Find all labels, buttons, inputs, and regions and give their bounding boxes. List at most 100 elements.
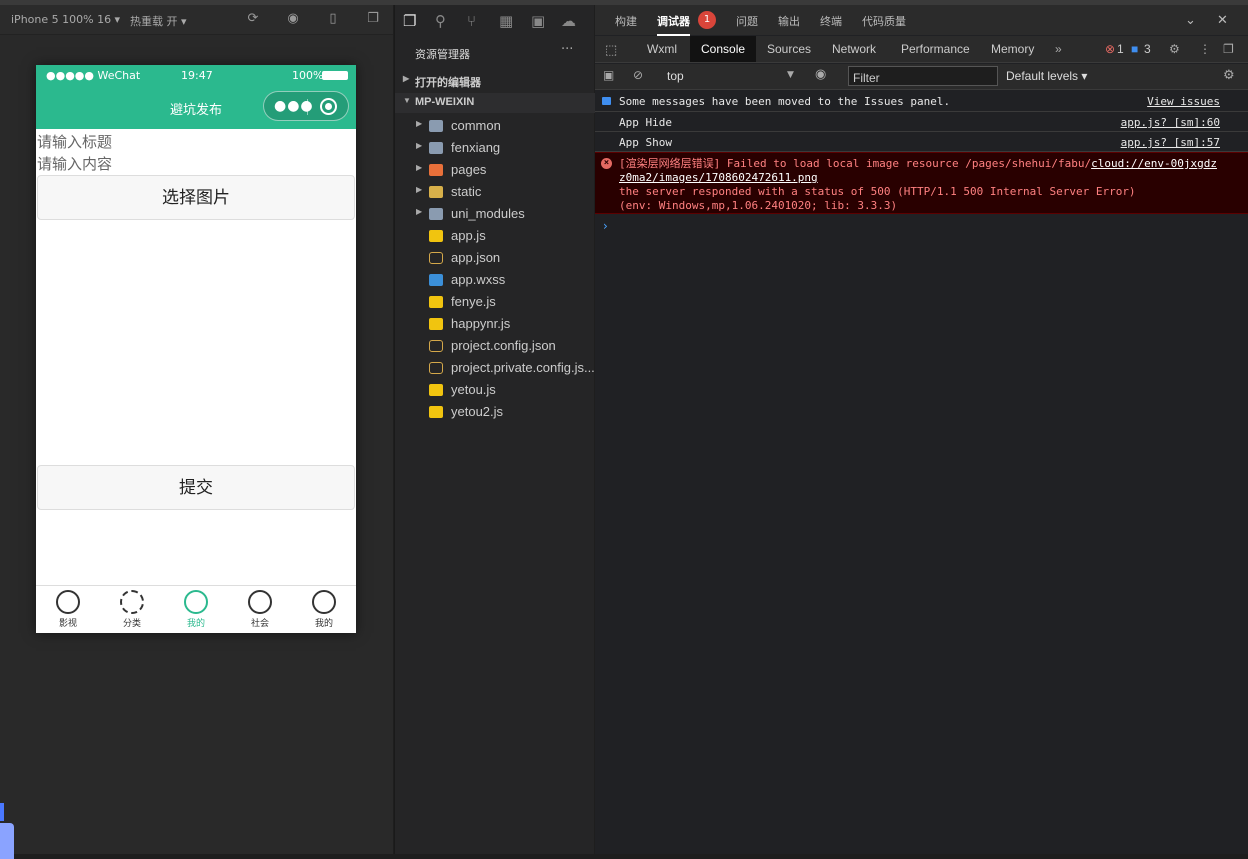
file-item[interactable]: project.private.config.js... [395,357,595,379]
close-capsule-icon[interactable] [320,98,337,115]
file-item[interactable]: project.config.json [395,335,595,357]
tab-problems[interactable]: 问题 [736,13,758,29]
file-item[interactable]: yetou.js [395,379,595,401]
phone-icon[interactable]: ▯ [326,12,340,26]
source-link[interactable]: app.js? [sm]:57 [1121,136,1220,149]
json-file-icon [429,362,443,374]
file-name: project.config.json [451,338,556,353]
chevron-right-icon: ▶ [416,119,423,128]
wxss-file-icon [429,274,443,286]
error-count-icon[interactable]: ⊗ [1105,42,1115,56]
message-text: App Hide [619,116,672,129]
more-tabs-icon[interactable]: » [1055,42,1062,56]
tab-network[interactable]: Network [832,42,876,56]
tab-code-quality[interactable]: 代码质量 [862,13,906,29]
info-count-icon[interactable]: ■ [1131,42,1138,56]
console-settings-icon[interactable]: ⚙ [1223,68,1235,83]
file-name: fenxiang [451,140,501,155]
error-url-link[interactable]: cloud://env-00jxgdz [1091,157,1217,170]
refresh-icon[interactable]: ⟳ [246,12,260,26]
tab-category[interactable]: 分类 [112,590,152,629]
capsule-divider [307,99,308,115]
tab-wxml[interactable]: Wxml [647,42,677,56]
tab-mine-active[interactable]: 我的 [176,590,216,629]
menu-capsule[interactable]: ●●● [263,91,349,121]
submit-button[interactable]: 提交 [37,465,355,510]
file-item[interactable]: ▶ fenxiang [395,137,595,159]
file-item[interactable]: yetou2.js [395,401,595,423]
file-item[interactable]: fenye.js [395,291,595,313]
clear-console-icon[interactable]: ⊘ [633,68,643,82]
search-icon[interactable]: ⚲ [435,12,446,30]
dock-icon[interactable]: ❐ [1223,42,1234,56]
error-icon: × [601,158,612,169]
filter-input[interactable] [849,69,997,87]
cloud-icon[interactable]: ☁ [561,12,576,30]
status-bar: ●●●●● WeChat 19:47 100% [36,65,356,85]
chevron-right-icon: ▶ [416,207,423,216]
tab-movies[interactable]: 影视 [48,590,88,629]
tab-output[interactable]: 输出 [778,13,800,29]
device-selector[interactable]: iPhone 5 100% 16 ▾ [11,13,120,26]
tab-society[interactable]: 社会 [240,590,280,629]
file-item[interactable]: happynr.js [395,313,595,335]
inspect-icon[interactable]: ⬚ [605,42,617,58]
file-item[interactable]: ▶ common [395,115,595,137]
view-issues-link[interactable]: View issues [1147,95,1220,108]
tab-console[interactable]: Console [690,36,757,62]
tab-label: 我的 [314,619,333,629]
tab-memory[interactable]: Memory [991,42,1034,56]
firework-icon [120,590,144,614]
file-item[interactable]: ▶ pages [395,159,595,181]
json-file-icon [429,340,443,352]
tab-debugger[interactable]: 调试器 [657,13,690,36]
gear-icon[interactable]: ⚙ [1169,42,1180,56]
kebab-icon[interactable]: ⋮ [1199,42,1211,56]
open-editors-section[interactable]: ▶ 打开的编辑器 [395,71,595,91]
filter-field[interactable] [848,66,998,87]
time-label: 19:47 [181,69,213,82]
error-url-link[interactable]: z0ma2/images/1708602472611.png [619,171,818,184]
close-icon[interactable]: ✕ [1217,13,1228,28]
files-icon[interactable]: ❐ [403,12,416,30]
content-input[interactable]: 请输入内容 [37,153,112,174]
file-item[interactable]: app.js [395,225,595,247]
tab-performance[interactable]: Performance [901,42,970,56]
eye-icon[interactable]: ◉ [815,67,826,82]
more-actions-icon[interactable]: ··· [561,42,573,57]
file-item[interactable]: app.json [395,247,595,269]
tab-mine[interactable]: 我的 [304,590,344,629]
tab-terminal[interactable]: 终端 [820,13,842,29]
file-item[interactable]: ▶ static [395,181,595,203]
debug-icon[interactable]: ▣ [531,12,545,30]
error-count[interactable]: 1 [1117,42,1124,56]
file-name: yetou.js [451,382,496,397]
window-icon[interactable]: ❐ [366,12,380,26]
chevron-down-icon[interactable]: ⌄ [1185,13,1196,28]
console-prompt[interactable]: › [603,219,608,233]
file-name: app.json [451,250,501,265]
source-link[interactable]: app.js? [sm]:60 [1121,116,1220,129]
title-input[interactable]: 请输入标题 [37,131,112,152]
info-count[interactable]: 3 [1144,42,1151,56]
extensions-icon[interactable]: ▦ [499,12,513,30]
file-item[interactable]: app.wxss [395,269,595,291]
tab-sources[interactable]: Sources [767,42,811,56]
context-dropdown-icon[interactable]: ▼ [787,70,794,80]
error-detail: the server responded with a status of 50… [619,185,1136,198]
tab-build[interactable]: 构建 [615,13,637,29]
js-file-icon [429,384,443,396]
phone-screen: ●●●●● WeChat 19:47 100% 避坑发布 ●●● 请输入标题 请… [36,65,356,633]
folder-icon [429,208,443,220]
js-file-icon [429,406,443,418]
hotreload-toggle[interactable]: 热重载 开 ▾ [130,13,187,29]
log-levels-dropdown[interactable]: Default levels ▾ [1006,69,1087,83]
context-selector[interactable]: top [667,69,684,83]
stop-icon[interactable]: ◉ [286,12,300,26]
file-item[interactable]: ▶ uni_modules [395,203,595,225]
sidebar-toggle-icon[interactable]: ▣ [603,68,614,82]
choose-image-button[interactable]: 选择图片 [37,175,355,220]
side-accent [0,803,4,821]
project-section[interactable]: ▼ MP-WEIXIN [395,93,595,113]
git-icon[interactable]: ⑂ [467,12,476,30]
